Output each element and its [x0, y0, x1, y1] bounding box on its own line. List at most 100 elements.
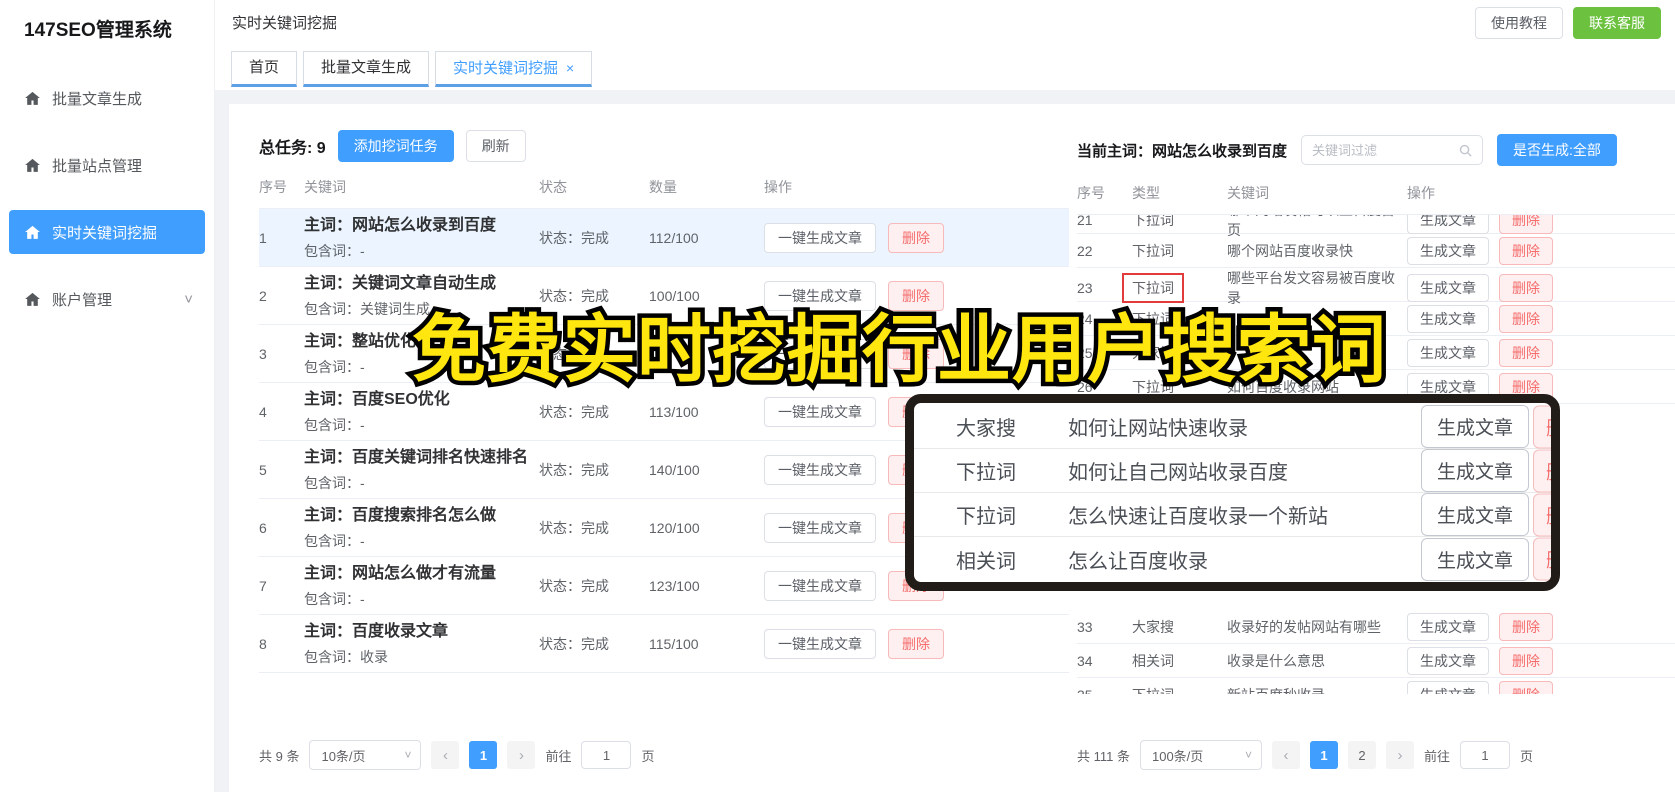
prev-page-button[interactable]: ‹ — [1271, 741, 1300, 769]
keyword-filter-input[interactable] — [1312, 142, 1459, 158]
generate-article-button[interactable]: 生成文章 — [1421, 537, 1530, 581]
page-button-1[interactable]: 1 — [469, 741, 498, 769]
sidebar: 147SEO管理系统 批量文章生成 批量站点管理 实时关键词挖掘 账户管理 ˅ — [0, 0, 215, 792]
delete-button[interactable]: 删除 — [1532, 405, 1551, 448]
delete-button[interactable]: 删除 — [1532, 449, 1551, 492]
goto-label: 前往 — [545, 748, 572, 764]
tab-realtime-keyword-mining[interactable]: 实时关键词挖掘 × — [435, 51, 593, 87]
keyword-row-index: 21 — [1077, 214, 1093, 228]
column-header: 关键词 — [304, 179, 346, 195]
page-button-1[interactable]: 1 — [1309, 741, 1338, 769]
one-click-generate-button[interactable]: 一键生成文章 — [764, 512, 876, 543]
task-include-words: 包含词：- — [304, 243, 365, 259]
add-mining-task-button[interactable]: 添加挖词任务 — [337, 130, 454, 162]
delete-button[interactable]: 删除 — [1499, 680, 1553, 694]
task-keyword: 主词：网站怎么收录到百度 — [304, 217, 497, 234]
generate-article-button[interactable]: 生成文章 — [1421, 493, 1530, 536]
close-tab-icon[interactable]: × — [566, 60, 574, 76]
keyword-actions: 生成文章删除 — [1407, 274, 1675, 302]
contact-support-button[interactable]: 联系客服 — [1573, 6, 1661, 39]
generate-article-button[interactable]: 生成文章 — [1407, 680, 1489, 694]
keyword-type: 下拉词 — [1132, 242, 1174, 259]
tab-home[interactable]: 首页 — [231, 51, 298, 87]
page-unit-label: 页 — [641, 748, 655, 764]
keyword-actions: 生成文章删除 — [1407, 338, 1675, 367]
sidebar-item-realtime-keyword-mining[interactable]: 实时关键词挖掘 — [9, 210, 205, 254]
task-row-index: 2 — [259, 287, 267, 304]
generate-article-button[interactable]: 生成文章 — [1407, 612, 1489, 641]
generate-article-button[interactable]: 生成文章 — [1421, 405, 1530, 448]
sidebar-item-account-management[interactable]: 账户管理 ˅ — [9, 277, 205, 321]
generate-article-button[interactable]: 生成文章 — [1407, 338, 1489, 367]
generate-article-button[interactable]: 生成文章 — [1407, 236, 1489, 265]
next-page-button[interactable]: › — [1385, 741, 1414, 769]
delete-button[interactable]: 删除 — [1499, 646, 1553, 675]
one-click-generate-button[interactable]: 一键生成文章 — [764, 222, 876, 253]
keywords-panel-header: 当前主词：网站怎么收录到百度 是否生成:全部 — [1077, 134, 1675, 166]
task-row-index: 8 — [259, 635, 267, 652]
chevron-down-icon: ˅ — [404, 748, 412, 762]
delete-button[interactable]: 删除 — [888, 628, 944, 659]
page-size-select[interactable]: 100条/页 ˅ — [1139, 740, 1262, 770]
tab-bar: 首页 批量文章生成 实时关键词挖掘 × — [215, 45, 1675, 90]
prev-page-button[interactable]: ‹ — [431, 741, 460, 769]
delete-button[interactable]: 删除 — [1499, 236, 1553, 265]
sidebar-item-label: 批量站点管理 — [52, 157, 143, 175]
keyword-text: 收录好的发帖网站有哪些 — [1227, 618, 1381, 635]
topbar-buttons: 使用教程 联系客服 — [1475, 6, 1661, 39]
delete-button[interactable]: 删除 — [1499, 612, 1553, 641]
task-row-index: 3 — [259, 345, 267, 362]
tutorial-button[interactable]: 使用教程 — [1475, 6, 1563, 39]
delete-button[interactable]: 删除 — [1499, 304, 1553, 333]
sidebar-item-label: 批量文章生成 — [52, 90, 143, 108]
goto-page-input[interactable] — [581, 741, 632, 769]
refresh-button[interactable]: 刷新 — [465, 130, 526, 162]
delete-button[interactable]: 删除 — [1499, 338, 1553, 367]
task-count: 113/100 — [649, 403, 699, 420]
sidebar-item-batch-article-generation[interactable]: 批量文章生成 — [9, 76, 205, 120]
generate-article-button[interactable]: 生成文章 — [1407, 215, 1489, 234]
task-keyword: 主词：网站怎么做才有流量 — [304, 565, 497, 582]
one-click-generate-button[interactable]: 一键生成文章 — [764, 628, 876, 659]
task-count: 112/100 — [649, 229, 699, 246]
generate-article-button[interactable]: 生成文章 — [1407, 274, 1489, 302]
task-keyword: 主词：百度关键词排名快速排名 — [304, 449, 529, 466]
delete-button[interactable]: 删除 — [1499, 274, 1553, 302]
page-size-value: 100条/页 — [1151, 748, 1204, 764]
sidebar-nav: 批量文章生成 批量站点管理实时关键词挖掘 账户管理 ˅ — [0, 46, 214, 321]
delete-button[interactable]: 删除 — [888, 222, 944, 253]
chevron-down-icon: ˅ — [1244, 748, 1252, 762]
generate-article-button[interactable]: 生成文章 — [1407, 304, 1489, 333]
generate-all-toggle-button[interactable]: 是否生成:全部 — [1497, 134, 1617, 166]
one-click-generate-button[interactable]: 一键生成文章 — [764, 570, 876, 601]
task-keyword-cell: 主词：网站怎么收录到百度 包含词：- — [304, 215, 539, 260]
generate-article-button[interactable]: 生成文章 — [1421, 449, 1530, 492]
task-status: 状态：完成 — [539, 577, 609, 594]
page-size-select[interactable]: 10条/页 ˅ — [309, 740, 422, 770]
delete-button[interactable]: 删除 — [1499, 215, 1553, 234]
keyword-actions: 生成文章删除 — [1407, 304, 1675, 333]
one-click-generate-button[interactable]: 一键生成文章 — [764, 396, 876, 427]
tasks-panel-header: 总任务: 9 添加挖词任务 刷新 — [259, 130, 1069, 162]
keyword-text: 收录是什么意思 — [1227, 652, 1325, 669]
task-keyword-cell: 主词：百度收录文章 包含词：收录 — [304, 621, 539, 666]
goto-page-input[interactable] — [1460, 741, 1510, 769]
tab-label: 批量文章生成 — [321, 59, 412, 76]
keyword-row-index: 33 — [1077, 618, 1093, 635]
one-click-generate-button[interactable]: 一键生成文章 — [764, 454, 876, 485]
keyword-text: 新站百度秒收录 — [1227, 685, 1407, 695]
next-page-button[interactable]: › — [507, 741, 536, 769]
sidebar-item-batch-site-management[interactable]: 批量站点管理 — [9, 143, 205, 187]
tab-batch-article-generation[interactable]: 批量文章生成 — [303, 51, 430, 87]
search-icon — [1459, 144, 1472, 157]
keyword-type-cell: 下拉词 — [1132, 685, 1227, 695]
delete-button[interactable]: 删除 — [1532, 537, 1551, 581]
generate-article-button[interactable]: 生成文章 — [1407, 646, 1489, 675]
current-keyword-label: 当前主词：网站怎么收录到百度 — [1077, 142, 1288, 160]
page-button-2[interactable]: 2 — [1347, 741, 1376, 769]
tab-label: 首页 — [249, 59, 280, 76]
pager-total-label: 共 111 条 — [1077, 748, 1130, 764]
inset-keyword-row: 下拉词 怎么快速让百度收录一个新站 生成文章删除 — [914, 493, 1551, 537]
delete-button[interactable]: 删除 — [1532, 493, 1551, 536]
task-include-words: 包含词：- — [304, 591, 365, 607]
